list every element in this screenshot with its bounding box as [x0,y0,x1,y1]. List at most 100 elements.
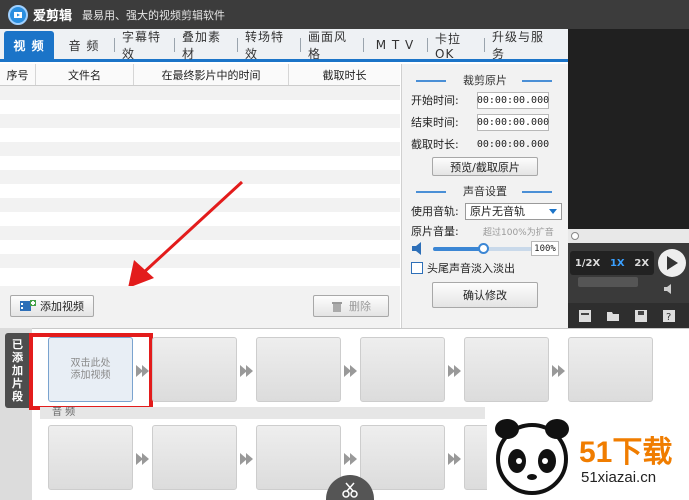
chevron-right-icon [448,453,461,465]
column-header-final-time: 在最终影片中的时间 [134,64,289,85]
speaker-icon [412,242,421,255]
side-tab-char: 段 [12,390,23,403]
audio-track-label: 使用音轨: [411,205,459,218]
audio-clip-slot[interactable] [360,425,445,490]
placeholder-line-1: 双击此处 [70,357,111,369]
volume-icon[interactable] [663,283,677,295]
divider [522,80,552,82]
column-header-duration: 截取时长 [322,68,367,82]
app-logo-icon [8,4,28,25]
progress-handle[interactable] [571,232,579,240]
volume-slider-handle[interactable] [478,243,489,254]
chevron-right-icon [136,453,149,465]
start-time-label: 开始时间: [411,94,459,107]
add-video-icon [20,300,36,311]
app-slogan: 最易用、强大的视频剪辑软件 [82,8,226,22]
clip-slot[interactable] [464,337,549,402]
watermark-brand: 51下载 [579,436,673,469]
add-video-button[interactable]: 添加视频 [10,295,94,317]
start-time-input[interactable]: 00:00:00.000 [477,91,549,109]
tab-mtv[interactable]: M T V [363,31,427,59]
side-tab-char: 加 [12,364,23,377]
playback-controls: 1/2X 1X 2X ? [568,243,689,329]
tab-overlay-material[interactable]: 叠加素材 [174,30,237,61]
table-row [0,100,400,114]
speed-track[interactable] [578,277,638,287]
chevron-right-icon [448,365,461,377]
video-preview-panel: 1/2X 1X 2X ? [568,29,689,329]
clip-slot[interactable] [568,337,653,402]
volume-value-input[interactable]: 100% [531,241,559,256]
duration-value: 00:00:00.000 [476,138,550,150]
sound-section-title: 声音设置 [463,185,507,198]
chevron-right-icon [344,453,357,465]
speed-normal-button[interactable]: 1X [610,258,625,269]
tab-upgrade-service[interactable]: 升级与服务 [484,30,558,61]
end-time-label: 结束时间: [411,116,459,129]
scissors-icon [342,482,358,498]
tab-picture-style[interactable]: 画面风格 [300,30,363,61]
audio-clip-slot[interactable] [256,425,341,490]
tab-karaoke[interactable]: 卡拉OK [427,31,484,61]
added-clips-tab[interactable]: 已 添 加 片 段 [5,333,30,408]
column-header-index: 序号 [0,64,36,85]
table-row [0,86,400,100]
export-icon[interactable] [578,309,592,323]
speed-double-button[interactable]: 2X [634,258,649,269]
divider [522,191,552,193]
tab-subtitle-effects[interactable]: 字幕特效 [114,30,174,61]
table-row [0,156,400,170]
tab-audio[interactable]: 音 频 [54,31,114,59]
chevron-down-icon [549,208,557,214]
tab-video[interactable]: 视 频 [4,31,54,59]
clip-slot[interactable] [152,337,237,402]
video-screen [568,29,689,229]
side-tab-char: 添 [12,351,23,364]
audio-track-value: 原片无音轨 [470,205,525,218]
volume-label-row: 原片音量: 超过100%为扩音 [402,222,568,240]
play-button[interactable] [658,249,686,277]
speed-selector: 1/2X 1X 2X [570,251,654,275]
confirm-button[interactable]: 确认修改 [432,282,538,308]
fade-label: 头尾声音淡入淡出 [427,262,515,275]
progress-bar[interactable] [568,229,689,243]
save-icon[interactable] [634,309,648,323]
fade-checkbox[interactable] [411,262,423,274]
add-video-label: 添加视频 [40,300,84,313]
trash-icon [332,302,342,312]
table-action-bar: 添加视频 删除 [0,286,400,328]
duration-row: 截取时长: 00:00:00.000 [402,133,568,155]
side-tab-char: 片 [12,377,23,390]
speed-half-button[interactable]: 1/2X [575,258,600,269]
delete-button[interactable]: 删除 [313,295,389,317]
audio-track-select[interactable]: 原片无音轨 [465,202,562,220]
help-icon[interactable]: ? [662,309,676,323]
play-icon [667,256,678,270]
duration-label: 截取时长: [411,138,459,151]
audio-track-label: 音 频 [40,407,485,419]
clip-slot[interactable] [256,337,341,402]
preview-crop-button[interactable]: 预览/截取原片 [432,157,538,176]
volume-label: 原片音量: [411,225,459,238]
site-watermark: 51下载 51xiazai.cn [487,413,689,500]
table-row [0,128,400,142]
audio-clip-slot[interactable] [152,425,237,490]
folder-icon[interactable] [606,309,620,323]
table-row [0,114,400,128]
chevron-right-icon [344,365,357,377]
chevron-right-icon [552,365,565,377]
placeholder-line-2: 添加视频 [70,369,111,381]
app-title: 爱剪辑 [33,9,73,24]
watermark-url: 51xiazai.cn [581,469,657,486]
end-time-input[interactable]: 00:00:00.000 [477,113,549,131]
add-video-placeholder[interactable]: 双击此处 添加视频 [48,337,133,402]
crop-section-header: 裁剪原片 [402,71,568,89]
audio-clip-slot[interactable] [48,425,133,490]
chevron-right-icon [136,365,149,377]
title-bar: 爱剪辑 最易用、强大的视频剪辑软件 [0,0,689,29]
clip-slot[interactable] [360,337,445,402]
table-row [0,142,400,156]
volume-slider[interactable] [433,243,533,254]
table-header: 序号 文件名 在最终影片中的时间 截取时长 [0,64,400,86]
tab-transition-effects[interactable]: 转场特效 [237,30,300,61]
